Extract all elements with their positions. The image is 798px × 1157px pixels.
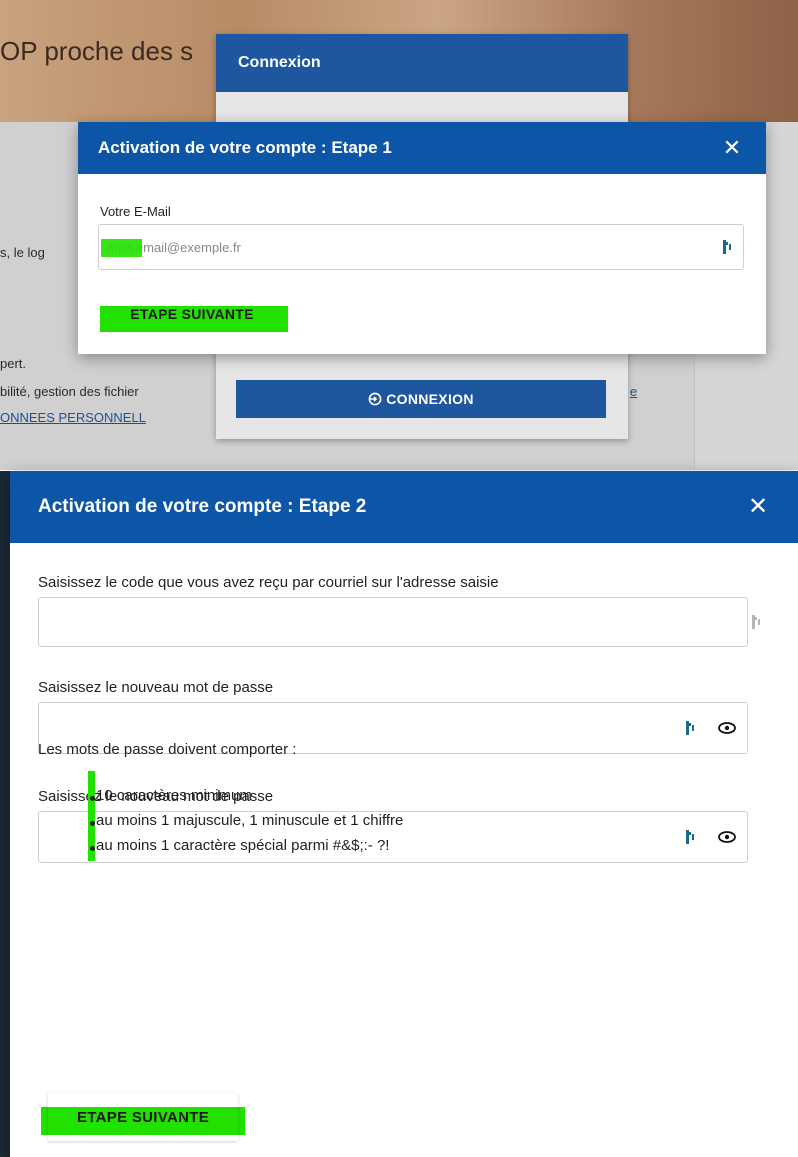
password-rules-title: Les mots de passe doivent comporter : (38, 741, 297, 758)
step2-header: Activation de votre compte : Etape 2 (10, 471, 798, 543)
code-label: Saisissez le code que vous avez reçu par… (38, 574, 499, 591)
password-manager-icon[interactable] (685, 720, 699, 736)
rule-text: 10 caractères minimum (96, 787, 252, 804)
email-input[interactable] (98, 224, 744, 270)
close-icon[interactable]: ✕ (712, 122, 752, 174)
page-edge (0, 471, 10, 1157)
next-step-button[interactable]: ETAPE SUIVANTE (48, 1093, 238, 1141)
connexion-panel-title: Connexion (216, 34, 628, 92)
password-manager-icon[interactable] (751, 614, 765, 630)
highlight-mark (101, 239, 142, 257)
background-text: s, le log (0, 245, 45, 260)
code-input[interactable] (38, 597, 748, 647)
eye-icon[interactable] (718, 831, 736, 843)
eye-icon[interactable] (718, 722, 736, 734)
rule-text: au moins 1 caractère spécial parmi #&$;:… (96, 837, 390, 854)
activation-step1-dialog: Activation de votre compte : Etape 1 ✕ V… (78, 122, 766, 354)
email-label: Votre E-Mail (100, 204, 171, 219)
background-link[interactable]: e (630, 384, 637, 399)
login-icon (368, 392, 382, 406)
close-icon[interactable]: ✕ (738, 471, 778, 543)
new-password-label: Saisissez le nouveau mot de passe (38, 679, 274, 696)
background-text: bilité, gestion des fichier (0, 384, 139, 399)
hero-title: OP proche des s (0, 36, 194, 66)
connexion-button[interactable]: CONNEXION (236, 380, 606, 418)
rule-text: au moins 1 majuscule, 1 minuscule et 1 c… (96, 812, 404, 829)
activation-step2-dialog: Activation de votre compte : Etape 2 ✕ S… (10, 471, 798, 1157)
background-link[interactable]: ONNEES PERSONNELL (0, 410, 146, 425)
next-step-button[interactable]: ETAPE SUIVANTE (110, 294, 274, 334)
step1-title: Activation de votre compte : Etape 1 (98, 138, 392, 157)
bullet (90, 796, 95, 801)
background-text: pert. (0, 356, 27, 371)
step1-header: Activation de votre compte : Etape 1 (78, 122, 766, 174)
bullet (90, 821, 95, 826)
bullet (90, 846, 95, 851)
connexion-button-label: CONNEXION (386, 391, 474, 407)
password-manager-icon[interactable] (722, 239, 736, 255)
password-manager-icon[interactable] (685, 829, 699, 845)
step2-title: Activation de votre compte : Etape 2 (38, 496, 367, 517)
